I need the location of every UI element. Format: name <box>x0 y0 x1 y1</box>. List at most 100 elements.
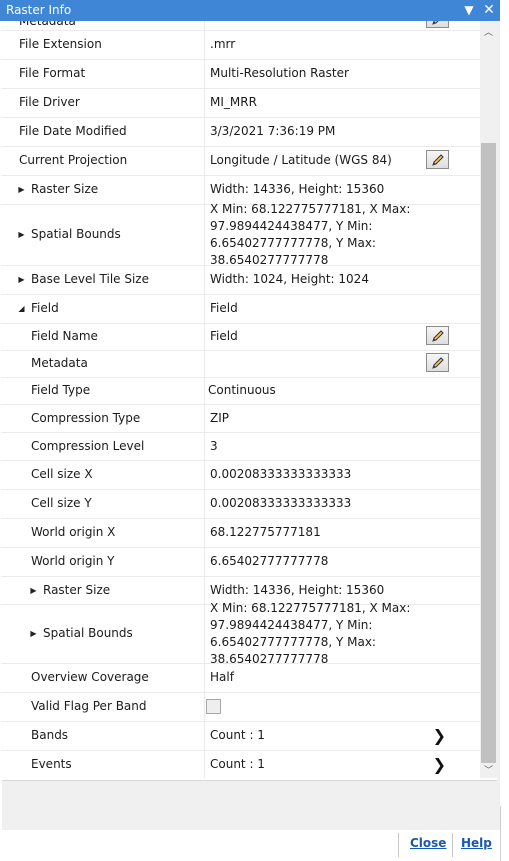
edit-field-name-button[interactable] <box>426 326 449 345</box>
property-name-cell: ▶ Raster Size <box>1 576 205 604</box>
property-value-cell: MI_MRR <box>205 88 450 117</box>
property-name-cell: Cell size Y <box>1 489 205 518</box>
expand-icon[interactable]: ▶ <box>17 230 26 239</box>
property-name: Cell size X <box>31 467 93 481</box>
property-value-cell: 6.65402777777778 <box>205 547 450 576</box>
property-name-cell: Valid Flag Per Band <box>1 692 205 721</box>
property-value-cell <box>205 21 450 30</box>
property-value-cell: Field <box>205 294 450 323</box>
property-value-cell <box>205 350 450 377</box>
property-name-cell: Metadata <box>1 350 205 377</box>
window-frame <box>497 21 500 861</box>
property-name: Raster Size <box>31 182 99 196</box>
expand-icon[interactable]: ▶ <box>17 275 26 284</box>
property-name-cell: Overview Coverage <box>1 663 205 692</box>
raster-info-window: Raster Info ▼ ✕ Metadata File Extension … <box>0 0 509 861</box>
property-value-cell: Half <box>205 663 450 692</box>
property-value: ZIP <box>210 410 229 425</box>
footer-divider <box>398 833 399 857</box>
collapse-icon[interactable]: ◢ <box>17 304 26 313</box>
scroll-down-icon[interactable]: ﹀ <box>480 763 497 780</box>
property-name: Cell size Y <box>31 496 92 510</box>
chevron-right-icon[interactable]: ❯ <box>433 726 446 745</box>
property-value: Field <box>210 301 238 315</box>
property-row: File Date Modified 3/3/2021 7:36:19 PM <box>1 117 480 147</box>
property-row: Field Name Field <box>1 323 480 351</box>
property-name: Spatial Bounds <box>31 227 121 241</box>
property-name: Bands <box>31 728 69 742</box>
property-row: World origin X 68.122775777181 <box>1 518 480 548</box>
property-value: Continuous <box>208 383 276 397</box>
property-name: Events <box>31 756 72 771</box>
property-value: X Min: 68.122775777181, X Max: 97.989442… <box>210 600 411 666</box>
chevron-right-icon[interactable]: ❯ <box>433 755 446 774</box>
edit-metadata-button[interactable] <box>426 21 449 28</box>
expand-icon[interactable]: ▶ <box>29 629 38 638</box>
property-name: Base Level Tile Size <box>31 272 149 286</box>
property-row: Current Projection Longitude / Latitude … <box>1 146 480 176</box>
property-row: Cell size Y 0.00208333333333333 <box>1 489 480 519</box>
property-row: File Format Multi-Resolution Raster <box>1 59 480 89</box>
dropdown-menu-icon[interactable]: ▼ <box>461 1 477 19</box>
property-value-cell: X Min: 68.122775777181, X Max: 97.989442… <box>205 601 450 666</box>
property-name: Current Projection <box>19 153 128 167</box>
property-value-cell: X Min: 68.122775777181, X Max: 97.989442… <box>205 202 450 267</box>
valid-flag-checkbox[interactable] <box>206 699 221 714</box>
property-name: World origin X <box>31 525 116 539</box>
property-value-cell: Width: 1024, Height: 1024 <box>205 265 450 294</box>
footer-bar: Close Help <box>0 830 500 861</box>
pencil-icon <box>431 21 438 25</box>
property-row: ▶ Spatial Bounds X Min: 68.122775777181,… <box>1 202 480 267</box>
property-name-cell: World origin X <box>1 518 205 547</box>
edit-projection-button[interactable] <box>426 150 449 169</box>
close-icon[interactable]: ✕ <box>481 1 497 19</box>
pencil-icon <box>431 329 444 342</box>
footer-divider <box>452 833 453 857</box>
expand-icon[interactable]: ▶ <box>29 586 38 595</box>
property-value-cell: Continuous <box>205 377 450 404</box>
scroll-up-icon[interactable]: ︿ <box>480 25 497 42</box>
property-name-cell: Cell size X <box>1 460 205 489</box>
property-name: Compression Level <box>31 438 145 453</box>
property-row: Metadata <box>1 350 480 378</box>
property-name: Raster Size <box>43 582 111 597</box>
help-link[interactable]: Help <box>461 836 492 850</box>
edit-field-metadata-button[interactable] <box>426 353 449 372</box>
property-value-cell: 3 <box>205 432 450 460</box>
property-value-cell: Count : 1 ❯ <box>205 750 450 778</box>
expand-icon[interactable]: ▶ <box>17 185 26 194</box>
property-name-cell: Field Type <box>1 377 205 404</box>
property-name-cell: File Format <box>1 59 205 88</box>
property-value-cell: ZIP <box>205 404 450 432</box>
property-name: Overview Coverage <box>31 670 149 684</box>
property-row: Events Count : 1 ❯ <box>1 750 480 778</box>
property-name-cell: ▶ Spatial Bounds <box>1 604 205 663</box>
window-corner <box>500 806 509 861</box>
pencil-icon <box>431 356 444 369</box>
property-name: File Extension <box>19 37 102 51</box>
close-link[interactable]: Close <box>410 836 446 850</box>
property-name-cell: Events <box>1 750 205 778</box>
property-value: Multi-Resolution Raster <box>210 66 349 80</box>
property-name: File Date Modified <box>19 124 127 138</box>
property-value: 3 <box>210 438 218 453</box>
property-row: Overview Coverage Half <box>1 663 480 693</box>
property-row: World origin Y 6.65402777777778 <box>1 547 480 577</box>
property-value: 0.00208333333333333 <box>210 467 352 481</box>
property-row: Cell size X 0.00208333333333333 <box>1 460 480 490</box>
vertical-scrollbar[interactable]: ︿ ﹀ <box>480 21 497 778</box>
property-name: Field Type <box>31 383 91 397</box>
property-name: File Format <box>19 66 86 80</box>
property-value-cell: 0.00208333333333333 <box>205 460 450 489</box>
property-name-cell: Bands <box>1 721 205 750</box>
scrollbar-thumb[interactable] <box>481 143 496 763</box>
property-value: Width: 14336, Height: 15360 <box>210 182 385 196</box>
property-name-cell: File Driver <box>1 88 205 117</box>
property-value: 3/3/2021 7:36:19 PM <box>210 124 336 138</box>
property-name: Metadata <box>19 21 76 28</box>
property-row: ▶ Base Level Tile Size Width: 1024, Heig… <box>1 265 480 295</box>
property-value-cell: Field <box>205 323 450 350</box>
property-name-cell: ◢ Field <box>1 294 205 323</box>
property-value-cell: 3/3/2021 7:36:19 PM <box>205 117 450 146</box>
property-row: Compression Type ZIP <box>1 404 480 433</box>
